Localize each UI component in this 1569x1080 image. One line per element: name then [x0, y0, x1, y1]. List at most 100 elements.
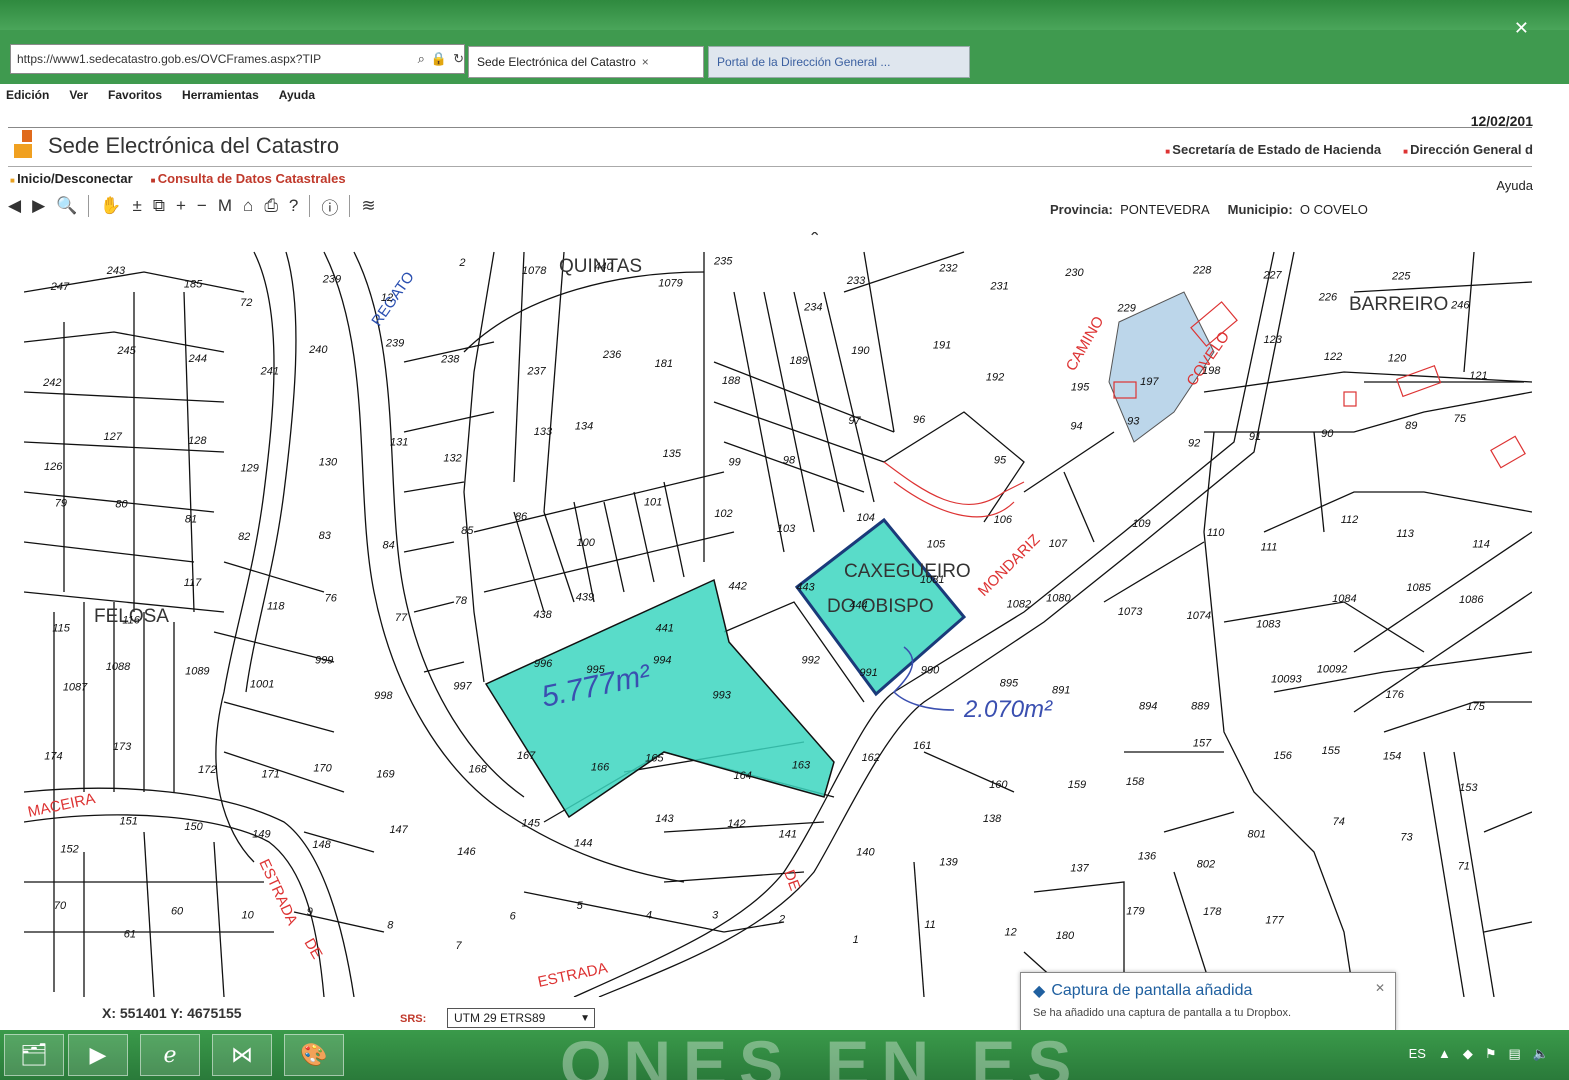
- parcel-number: 239: [385, 338, 404, 350]
- print-icon[interactable]: ⎙: [264, 196, 278, 216]
- watermark-text: ONES EN ES: [560, 1027, 1084, 1080]
- taskbar-explorer-icon[interactable]: 🗂: [4, 1034, 64, 1076]
- menu-item-edit[interactable]: Edición: [6, 88, 49, 102]
- parcel-number: 1082: [1007, 599, 1031, 611]
- parcel-number: 6: [510, 911, 517, 923]
- municipality-label: Municipio:: [1227, 202, 1293, 217]
- layers-icon[interactable]: ≋: [361, 196, 375, 216]
- parcel-number: 82: [238, 531, 250, 543]
- link-secretaria[interactable]: Secretaría de Estado de Hacienda: [1165, 142, 1381, 157]
- parcel-number: 105: [927, 538, 946, 550]
- taskbar-app-icon[interactable]: ⋈: [212, 1034, 272, 1076]
- parcel-number: 198: [1202, 365, 1221, 377]
- parcel-number: 161: [913, 740, 931, 752]
- place-name: CAXEGUEIRO: [844, 561, 971, 582]
- parcel-number: 159: [1068, 779, 1086, 791]
- taskbar-paint-icon[interactable]: 🎨: [284, 1034, 344, 1076]
- parcel-number: 86: [515, 511, 528, 523]
- zoom-box-icon[interactable]: ⧉: [153, 196, 165, 216]
- parcel-number: 147: [389, 824, 408, 836]
- municipality-value: O COVELO: [1299, 202, 1368, 217]
- minus-icon[interactable]: −: [197, 196, 207, 216]
- address-bar[interactable]: https://www1.sedecatastro.gob.es/OVCFram…: [10, 44, 465, 74]
- taskbar-media-icon[interactable]: ▶: [68, 1034, 128, 1076]
- parcel-number: 234: [803, 301, 822, 313]
- home-icon[interactable]: ⌂: [243, 196, 253, 216]
- tray-flag-icon[interactable]: ⚑: [1485, 1046, 1497, 1062]
- map-canvas[interactable]: BARREIROFELOSAQUINTASCAXEGUEIRODO OBISPO…: [24, 232, 1532, 997]
- tab-close-icon[interactable]: ×: [642, 55, 649, 69]
- close-window-icon[interactable]: ✕: [1514, 18, 1529, 39]
- parcel-number: 10093: [1271, 674, 1302, 686]
- search-icon[interactable]: ⌕: [418, 51, 425, 67]
- menu-item-help[interactable]: Ayuda: [279, 88, 315, 102]
- parcel-number: 191: [933, 340, 951, 352]
- nav-home[interactable]: Inicio/Desconectar: [10, 171, 133, 186]
- cadastral-map[interactable]: BARREIRO FELOSA QUINTAS CAXEGUEIRO DO OBISPO…: [24, 232, 1532, 997]
- tray-dropbox-icon[interactable]: ◆: [1463, 1046, 1473, 1062]
- parcel-number: 230: [1064, 267, 1084, 279]
- info-icon[interactable]: ⓘ: [321, 194, 338, 219]
- parcel-number: 233: [846, 275, 866, 287]
- parcel-number: 166: [591, 761, 610, 773]
- nav-consulta[interactable]: Consulta de Datos Catastrales: [151, 171, 346, 186]
- parcel-number: 71: [1458, 860, 1470, 872]
- parcel-number: 1001: [250, 678, 274, 690]
- tray-language[interactable]: ES: [1409, 1046, 1426, 1062]
- divider: [309, 195, 311, 217]
- parcel-number: 123: [1264, 334, 1283, 346]
- dropbox-toast[interactable]: ◆ Captura de pantalla añadida Se ha añadi…: [1020, 972, 1396, 1032]
- pan-north-icon[interactable]: ⌃: [808, 232, 821, 248]
- parcel-number: 10092: [1317, 664, 1348, 676]
- parcel-number: 175: [1466, 701, 1485, 713]
- zoom-icon[interactable]: 🔍: [56, 196, 77, 216]
- refresh-icon[interactable]: ↻: [453, 51, 464, 67]
- link-direccion[interactable]: Dirección General d: [1403, 142, 1533, 157]
- parcel-number: 131: [390, 436, 408, 448]
- parcel-number: 894: [1139, 700, 1157, 712]
- measure-icon[interactable]: M: [218, 196, 232, 216]
- menu-bar: Edición Ver Favoritos Herramientas Ayuda: [0, 84, 1569, 106]
- parcel-number: 60: [171, 905, 184, 917]
- help-link[interactable]: Ayuda: [1496, 178, 1533, 193]
- site-title: Sede Electrónica del Catastro: [48, 133, 340, 158]
- parcel-number: 165: [645, 753, 664, 765]
- window-titlebar: [0, 0, 1569, 30]
- parcel-number: 139: [939, 857, 957, 869]
- tray-volume-icon[interactable]: 🔈: [1533, 1046, 1549, 1062]
- road-name: DE: [780, 868, 803, 893]
- parcel-number: 438: [533, 609, 552, 621]
- tray-network-icon[interactable]: ▤: [1509, 1046, 1521, 1062]
- srs-select[interactable]: UTM 29 ETRS89 ▼: [447, 1008, 595, 1028]
- parcel-number: 245: [116, 345, 136, 357]
- menu-item-favorites[interactable]: Favoritos: [108, 88, 162, 102]
- address-url[interactable]: https://www1.sedecatastro.gob.es/OVCFram…: [17, 52, 412, 66]
- forward-icon[interactable]: ▶: [32, 196, 45, 216]
- zoom-in-icon[interactable]: ±: [133, 196, 142, 216]
- tray-up-icon[interactable]: ▲: [1438, 1046, 1451, 1062]
- parcel-number: 439: [576, 591, 594, 603]
- parcel-number: 895: [1000, 678, 1019, 690]
- tab-catastro[interactable]: Sede Electrónica del Catastro ×: [468, 46, 704, 78]
- menu-item-view[interactable]: Ver: [69, 88, 88, 102]
- help-icon[interactable]: ?: [289, 196, 298, 216]
- plus-icon[interactable]: +: [176, 196, 186, 216]
- parcel-number: 141: [779, 828, 797, 840]
- tab-portal[interactable]: Portal de la Dirección General ...: [708, 46, 970, 78]
- close-icon[interactable]: ✕: [1375, 981, 1385, 995]
- taskbar-ie-icon[interactable]: ℯ: [140, 1034, 200, 1076]
- parcel-number: 109: [1132, 518, 1150, 530]
- parcel-number: 225: [1391, 271, 1411, 283]
- parcel-number: 76: [325, 593, 338, 605]
- parcel-number: 115: [52, 622, 70, 634]
- back-icon[interactable]: ◀: [8, 196, 21, 216]
- parcel-number: 181: [655, 358, 673, 370]
- menu-item-tools[interactable]: Herramientas: [182, 88, 259, 102]
- parcel-number: 117: [184, 577, 202, 589]
- parcel-number: 10: [241, 909, 254, 921]
- pan-hand-icon[interactable]: ✋: [100, 196, 121, 216]
- parcel-number: 89: [1405, 420, 1417, 432]
- parcel-number: 103: [777, 523, 796, 535]
- parcel-number: 144: [574, 837, 592, 849]
- parcel-number: 227: [1262, 270, 1282, 282]
